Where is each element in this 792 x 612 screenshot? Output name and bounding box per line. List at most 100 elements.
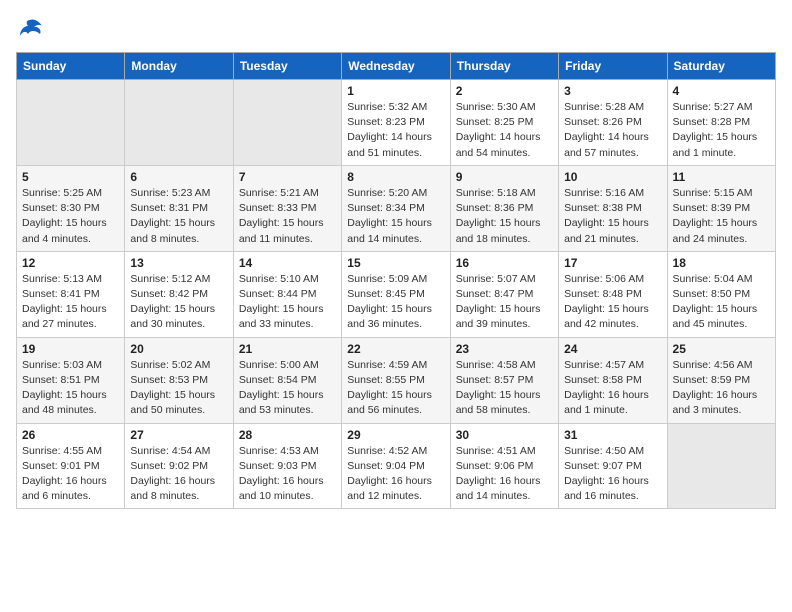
day-info: Sunrise: 5:07 AM Sunset: 8:47 PM Dayligh… — [456, 272, 553, 333]
calendar-cell — [125, 80, 233, 166]
calendar-cell: 12 Sunrise: 5:13 AM Sunset: 8:41 PM Dayli… — [17, 251, 125, 337]
calendar-cell: 18 Sunrise: 5:04 AM Sunset: 8:50 PM Dayli… — [667, 251, 775, 337]
calendar-cell: 29 Sunrise: 4:52 AM Sunset: 9:04 PM Dayli… — [342, 423, 450, 509]
day-number: 16 — [456, 256, 553, 270]
day-info: Sunrise: 5:27 AM Sunset: 8:28 PM Dayligh… — [673, 100, 770, 161]
day-number: 2 — [456, 84, 553, 98]
calendar-cell: 26 Sunrise: 4:55 AM Sunset: 9:01 PM Dayli… — [17, 423, 125, 509]
calendar-cell: 4 Sunrise: 5:27 AM Sunset: 8:28 PM Daylig… — [667, 80, 775, 166]
day-info: Sunrise: 5:25 AM Sunset: 8:30 PM Dayligh… — [22, 186, 119, 247]
calendar-cell — [17, 80, 125, 166]
day-info: Sunrise: 5:10 AM Sunset: 8:44 PM Dayligh… — [239, 272, 336, 333]
calendar-cell: 10Sunrise: 5:16 AM Sunset: 8:38 PM Dayli… — [559, 165, 667, 251]
week-row-5: 26 Sunrise: 4:55 AM Sunset: 9:01 PM Dayli… — [17, 423, 776, 509]
day-info: Sunrise: 5:30 AM Sunset: 8:25 PM Dayligh… — [456, 100, 553, 161]
day-number: 13 — [130, 256, 227, 270]
calendar-cell — [667, 423, 775, 509]
day-number: 9 — [456, 170, 553, 184]
day-info: Sunrise: 5:12 AM Sunset: 8:42 PM Dayligh… — [130, 272, 227, 333]
day-number: 23 — [456, 342, 553, 356]
weekday-header-tuesday: Tuesday — [233, 53, 341, 80]
calendar-table: SundayMondayTuesdayWednesdayThursdayFrid… — [16, 52, 776, 509]
calendar-cell: 3 Sunrise: 5:28 AM Sunset: 8:26 PM Daylig… — [559, 80, 667, 166]
calendar-cell: 16 Sunrise: 5:07 AM Sunset: 8:47 PM Dayli… — [450, 251, 558, 337]
logo-bird-icon — [16, 16, 44, 44]
day-info: Sunrise: 5:21 AM Sunset: 8:33 PM Dayligh… — [239, 186, 336, 247]
calendar-cell: 14 Sunrise: 5:10 AM Sunset: 8:44 PM Dayli… — [233, 251, 341, 337]
weekday-header-friday: Friday — [559, 53, 667, 80]
day-number: 28 — [239, 428, 336, 442]
calendar-cell: 28Sunrise: 4:53 AM Sunset: 9:03 PM Dayli… — [233, 423, 341, 509]
calendar-cell: 7 Sunrise: 5:21 AM Sunset: 8:33 PM Daylig… — [233, 165, 341, 251]
calendar-cell: 5 Sunrise: 5:25 AM Sunset: 8:30 PM Daylig… — [17, 165, 125, 251]
day-info: Sunrise: 5:28 AM Sunset: 8:26 PM Dayligh… — [564, 100, 661, 161]
day-number: 27 — [130, 428, 227, 442]
calendar-cell: 17 Sunrise: 5:06 AM Sunset: 8:48 PM Dayli… — [559, 251, 667, 337]
day-info: Sunrise: 5:18 AM Sunset: 8:36 PM Dayligh… — [456, 186, 553, 247]
weekday-header-saturday: Saturday — [667, 53, 775, 80]
day-number: 12 — [22, 256, 119, 270]
day-info: Sunrise: 5:13 AM Sunset: 8:41 PM Dayligh… — [22, 272, 119, 333]
day-info: Sunrise: 4:56 AM Sunset: 8:59 PM Dayligh… — [673, 358, 770, 419]
day-info: Sunrise: 5:04 AM Sunset: 8:50 PM Dayligh… — [673, 272, 770, 333]
week-row-3: 12 Sunrise: 5:13 AM Sunset: 8:41 PM Dayli… — [17, 251, 776, 337]
day-number: 22 — [347, 342, 444, 356]
calendar-cell: 13 Sunrise: 5:12 AM Sunset: 8:42 PM Dayli… — [125, 251, 233, 337]
day-number: 7 — [239, 170, 336, 184]
weekday-header-monday: Monday — [125, 53, 233, 80]
day-number: 6 — [130, 170, 227, 184]
calendar-cell: 6 Sunrise: 5:23 AM Sunset: 8:31 PM Daylig… — [125, 165, 233, 251]
weekday-header-sunday: Sunday — [17, 53, 125, 80]
day-number: 26 — [22, 428, 119, 442]
day-info: Sunrise: 5:09 AM Sunset: 8:45 PM Dayligh… — [347, 272, 444, 333]
day-number: 1 — [347, 84, 444, 98]
calendar-cell: 27 Sunrise: 4:54 AM Sunset: 9:02 PM Dayli… — [125, 423, 233, 509]
day-info: Sunrise: 5:15 AM Sunset: 8:39 PM Dayligh… — [673, 186, 770, 247]
day-number: 11 — [673, 170, 770, 184]
day-info: Sunrise: 4:58 AM Sunset: 8:57 PM Dayligh… — [456, 358, 553, 419]
day-number: 24 — [564, 342, 661, 356]
day-info: Sunrise: 4:57 AM Sunset: 8:58 PM Dayligh… — [564, 358, 661, 419]
weekday-header-wednesday: Wednesday — [342, 53, 450, 80]
day-info: Sunrise: 4:52 AM Sunset: 9:04 PM Dayligh… — [347, 444, 444, 505]
calendar-cell: 9 Sunrise: 5:18 AM Sunset: 8:36 PM Daylig… — [450, 165, 558, 251]
week-row-2: 5 Sunrise: 5:25 AM Sunset: 8:30 PM Daylig… — [17, 165, 776, 251]
day-number: 18 — [673, 256, 770, 270]
day-info: Sunrise: 5:16 AM Sunset: 8:38 PM Dayligh… — [564, 186, 661, 247]
day-number: 5 — [22, 170, 119, 184]
calendar-cell: 24 Sunrise: 4:57 AM Sunset: 8:58 PM Dayli… — [559, 337, 667, 423]
calendar-cell: 23 Sunrise: 4:58 AM Sunset: 8:57 PM Dayli… — [450, 337, 558, 423]
day-info: Sunrise: 4:54 AM Sunset: 9:02 PM Dayligh… — [130, 444, 227, 505]
weekday-header-thursday: Thursday — [450, 53, 558, 80]
day-info: Sunrise: 5:00 AM Sunset: 8:54 PM Dayligh… — [239, 358, 336, 419]
day-number: 14 — [239, 256, 336, 270]
day-info: Sunrise: 4:59 AM Sunset: 8:55 PM Dayligh… — [347, 358, 444, 419]
day-info: Sunrise: 5:02 AM Sunset: 8:53 PM Dayligh… — [130, 358, 227, 419]
day-number: 19 — [22, 342, 119, 356]
calendar-cell: 30Sunrise: 4:51 AM Sunset: 9:06 PM Dayli… — [450, 423, 558, 509]
page-header — [16, 16, 776, 44]
logo — [16, 16, 48, 44]
week-row-4: 19Sunrise: 5:03 AM Sunset: 8:51 PM Dayli… — [17, 337, 776, 423]
day-number: 4 — [673, 84, 770, 98]
day-info: Sunrise: 4:50 AM Sunset: 9:07 PM Dayligh… — [564, 444, 661, 505]
day-number: 20 — [130, 342, 227, 356]
day-info: Sunrise: 5:06 AM Sunset: 8:48 PM Dayligh… — [564, 272, 661, 333]
day-number: 15 — [347, 256, 444, 270]
calendar-cell — [233, 80, 341, 166]
day-number: 21 — [239, 342, 336, 356]
day-info: Sunrise: 5:23 AM Sunset: 8:31 PM Dayligh… — [130, 186, 227, 247]
day-info: Sunrise: 5:32 AM Sunset: 8:23 PM Dayligh… — [347, 100, 444, 161]
calendar-cell: 8Sunrise: 5:20 AM Sunset: 8:34 PM Daylig… — [342, 165, 450, 251]
calendar-cell: 20 Sunrise: 5:02 AM Sunset: 8:53 PM Dayli… — [125, 337, 233, 423]
day-number: 17 — [564, 256, 661, 270]
calendar-cell: 15 Sunrise: 5:09 AM Sunset: 8:45 PM Dayli… — [342, 251, 450, 337]
day-number: 29 — [347, 428, 444, 442]
calendar-cell: 25Sunrise: 4:56 AM Sunset: 8:59 PM Dayli… — [667, 337, 775, 423]
day-info: Sunrise: 5:20 AM Sunset: 8:34 PM Dayligh… — [347, 186, 444, 247]
calendar-cell: 21 Sunrise: 5:00 AM Sunset: 8:54 PM Dayli… — [233, 337, 341, 423]
calendar-cell: 11 Sunrise: 5:15 AM Sunset: 8:39 PM Dayli… — [667, 165, 775, 251]
day-info: Sunrise: 4:55 AM Sunset: 9:01 PM Dayligh… — [22, 444, 119, 505]
calendar-cell: 22 Sunrise: 4:59 AM Sunset: 8:55 PM Dayli… — [342, 337, 450, 423]
day-number: 3 — [564, 84, 661, 98]
